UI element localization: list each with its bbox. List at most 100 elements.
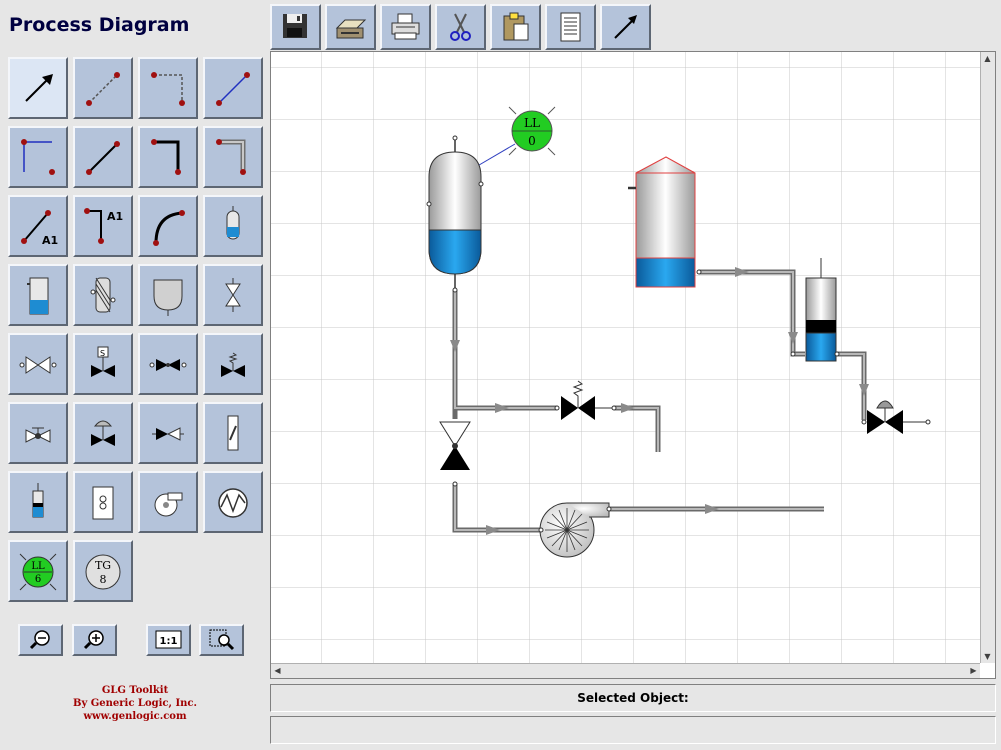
dosing-pump-icon	[32, 483, 44, 518]
zoom-window-button[interactable]	[199, 624, 244, 656]
compressor-icon	[154, 492, 183, 517]
list-button[interactable]	[545, 4, 596, 50]
palette-blue-line[interactable]	[203, 57, 263, 119]
arc-icon	[153, 210, 185, 246]
check-valve-icon	[152, 427, 184, 441]
hopper-icon	[153, 279, 183, 316]
cut-button[interactable]	[435, 4, 486, 50]
open-valve-icon	[19, 356, 57, 374]
vertical-scrollbar[interactable]: ▲ ▼	[980, 52, 995, 663]
indicator-label: LL	[524, 116, 540, 130]
zoom-out-button[interactable]	[18, 624, 63, 656]
palette-labeled-line[interactable]: A1	[8, 195, 68, 257]
drawing-canvas[interactable]: LL 0 ▲ ▼ ◀ ▶	[270, 51, 996, 679]
palette-check-valve[interactable]	[138, 402, 198, 464]
silo-tank[interactable]	[628, 156, 702, 288]
palette-heater[interactable]	[203, 471, 263, 533]
labeled-elbow-icon: A1	[84, 208, 123, 244]
palette-tag-indicator[interactable]: TG 8	[73, 540, 133, 602]
palette-arc[interactable]	[138, 195, 198, 257]
tag-indicator-icon: TG 8	[85, 554, 121, 590]
a1-label: A1	[107, 210, 123, 223]
palette-hopper[interactable]	[138, 264, 198, 326]
zoom-window-icon	[209, 629, 235, 651]
scroll-right-icon[interactable]: ▶	[967, 664, 980, 677]
horizontal-scrollbar[interactable]: ◀ ▶	[271, 663, 980, 678]
black-elbow-icon	[151, 139, 181, 175]
palette-closed-valve[interactable]	[138, 333, 198, 395]
select-arrow-icon	[614, 15, 637, 39]
palette-dashed-elbow[interactable]	[138, 57, 198, 119]
print-button[interactable]	[380, 4, 431, 50]
palette-blue-elbow[interactable]	[8, 126, 68, 188]
palette-valve-vertical[interactable]	[203, 264, 263, 326]
palette-solenoid-valve[interactable]: S	[73, 333, 133, 395]
heater-icon	[218, 488, 248, 518]
credits: GLG Toolkit By Generic Logic, Inc. www.g…	[70, 684, 200, 723]
ll-label: LL	[31, 561, 45, 572]
palette-small-vessel[interactable]	[203, 195, 263, 257]
palette-compressor[interactable]	[138, 471, 198, 533]
tg-value: 8	[100, 573, 107, 586]
filter-icon	[90, 277, 116, 313]
zoom-in-button[interactable]	[72, 624, 117, 656]
paste-button[interactable]	[490, 4, 541, 50]
paste-icon	[503, 12, 529, 41]
ll-value: 6	[35, 574, 41, 585]
palette-select-tool[interactable]	[8, 57, 68, 119]
closed-valve-icon	[149, 359, 187, 371]
print-icon	[391, 13, 420, 40]
level-indicator-icon: LL 6	[19, 553, 57, 591]
save-icon	[283, 14, 307, 38]
zoom-out-icon	[29, 630, 50, 650]
scroll-up-icon[interactable]: ▲	[981, 52, 994, 65]
black-line-icon	[86, 141, 120, 175]
scanner-icon	[335, 19, 367, 39]
diaphragm-valve-icon	[91, 420, 115, 446]
cut-icon	[450, 13, 471, 41]
blue-elbow-icon	[21, 139, 55, 175]
palette-black-elbow[interactable]	[138, 126, 198, 188]
palette-valve-open[interactable]	[8, 333, 68, 395]
tank-icon	[27, 277, 49, 315]
palette-level-indicator[interactable]: LL 6	[8, 540, 68, 602]
credits-line3: www.genlogic.com	[83, 711, 187, 722]
palette-manual-valve[interactable]	[8, 402, 68, 464]
palette-tank[interactable]	[8, 264, 68, 326]
select-tool-button[interactable]	[600, 4, 651, 50]
palette-black-line[interactable]	[73, 126, 133, 188]
palette-rotameter[interactable]	[203, 402, 263, 464]
manual-valve-icon	[25, 427, 51, 443]
palette-dashed-line[interactable]	[73, 57, 133, 119]
pipe-elbow-icon	[216, 139, 246, 175]
list-icon	[560, 12, 581, 42]
solenoid-valve-icon: S	[91, 346, 115, 377]
palette-relief-valve[interactable]	[203, 333, 263, 395]
small-vessel-icon	[226, 206, 240, 240]
a1-label: A1	[42, 234, 58, 247]
scroll-left-icon[interactable]: ◀	[271, 664, 284, 677]
tg-label: TG	[95, 559, 111, 572]
credits-line2: By Generic Logic, Inc.	[73, 698, 197, 709]
indicator-value: 0	[528, 134, 536, 148]
zoom-reset-button[interactable]: 1:1	[146, 624, 191, 656]
scan-button[interactable]	[325, 4, 376, 50]
dashed-line-icon	[86, 72, 120, 106]
credits-line1: GLG Toolkit	[101, 685, 169, 696]
palette-pipe-elbow[interactable]	[203, 126, 263, 188]
palette-dosing-pump[interactable]	[8, 471, 68, 533]
secondary-status	[270, 716, 996, 744]
save-button[interactable]	[270, 4, 321, 50]
scroll-down-icon[interactable]: ▼	[981, 650, 994, 663]
palette-diaphragm-valve[interactable]	[73, 402, 133, 464]
palette-labeled-elbow[interactable]: A1	[73, 195, 133, 257]
one-to-one-icon: 1:1	[155, 630, 182, 649]
vertical-valve-icon	[225, 278, 241, 312]
palette-filter[interactable]	[73, 264, 133, 326]
app-title: Process Diagram	[9, 14, 190, 36]
zoom-reset-label: 1:1	[160, 636, 178, 647]
zoom-in-icon	[83, 630, 104, 650]
palette-heat-exchanger[interactable]	[73, 471, 133, 533]
select-arrow-icon	[25, 74, 53, 102]
process-diagram: LL 0	[271, 52, 980, 663]
